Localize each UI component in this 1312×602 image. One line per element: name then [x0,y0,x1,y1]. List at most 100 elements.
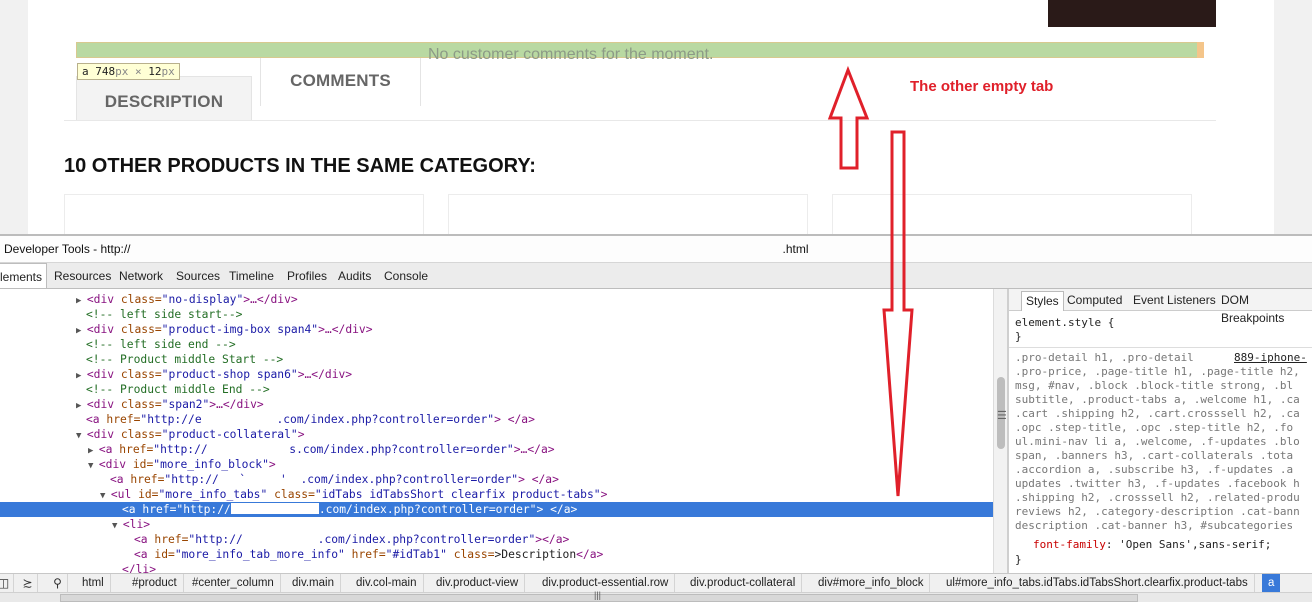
tab-event-listeners[interactable]: Event Listeners [1129,291,1220,311]
splitter-grip-icon[interactable]: ☰ [997,409,1007,422]
css-selector-line[interactable]: subtitle, .product-tabs a, .welcome h1, … [1015,393,1300,407]
css-selector-line[interactable]: description .cat-banner h3, #subcategori… [1015,519,1293,533]
attr-name: class= [120,293,162,306]
breadcrumb-item[interactable]: div.product-collateral [684,574,803,592]
attr-name: href= [154,533,189,546]
devtools-tab-bar: lements Resources Network Sources Timeli… [0,263,1312,289]
dom-node-line[interactable]: <a href="http:// ` ' .com/index.php?cont… [0,472,993,487]
html-tag: </a> [576,548,604,561]
dom-node-line[interactable]: ▶ <a href="http:// s.com/index.php?contr… [0,442,993,457]
tab-comments[interactable]: COMMENTS [260,50,421,106]
breadcrumb-item[interactable]: div.main [286,574,341,592]
dom-node-line[interactable]: <a id="more_info_tab_more_info" href="#i… [0,547,993,562]
html-tag: > </a> [494,413,535,426]
tab-styles[interactable]: Styles [1021,291,1064,311]
html-tag: > </a> [518,473,559,486]
attr-value: "product-shop span6" [161,368,298,381]
styles-sidebar: Styles Computed Event Listeners DOM Brea… [1009,289,1312,573]
html-tag: >…</a> [513,443,555,456]
horizontal-scrollbar[interactable]: ||| [0,590,1312,602]
tab-network[interactable]: Network [115,263,167,288]
css-selector-line[interactable]: .shipping h2, .crosssell h2, .related-pr… [1015,491,1300,505]
dom-node-line[interactable]: ▶ <div class="product-shop span6">…</div… [0,367,993,382]
tab-console[interactable]: Console [380,263,432,288]
tab-elements[interactable]: lements [0,263,48,288]
html-comment: <!-- Product middle Start --> [86,353,284,366]
breadcrumb-item[interactable]: div.product-view [430,574,526,592]
css-selector-line[interactable]: .pro-price, .page-title h1, .page-title … [1015,365,1300,379]
breadcrumb-item[interactable]: html [76,574,111,592]
expand-triangle-icon: ▼ [112,521,123,531]
html-tag: >…</div> [209,398,264,411]
dom-node-line[interactable]: ▼ <div id="more_info_block"> [0,457,993,472]
css-selector-line[interactable]: .cart .shipping h2, .cart.crosssell h2, … [1015,407,1300,421]
dom-node-line[interactable]: <a href="http:// .com/index.php?controlle… [0,502,993,517]
dom-node-line[interactable]: <!-- left side end --> [0,337,993,352]
search-icon[interactable]: ⚲ [48,574,68,592]
dom-node-line[interactable]: ▶ <div class="no-display">…</div> [0,292,993,307]
breadcrumb-item[interactable]: a [1262,574,1281,592]
tab-computed[interactable]: Computed [1063,291,1126,311]
css-selector-line[interactable]: span, .banners h3, .cart-collaterals .to… [1015,449,1293,463]
dom-node-line[interactable]: ▶ <div class="product-img-box span4">…</… [0,322,993,337]
css-declaration[interactable]: font-family: 'Open Sans',sans-serif; [1033,538,1271,552]
expand-triangle-icon: ▶ [76,296,87,306]
tab-resources[interactable]: Resources [50,263,115,288]
tab-profiles[interactable]: Profiles [283,263,331,288]
breadcrumb-item[interactable]: div#more_info_block [812,574,931,592]
expand-triangle-icon: ▼ [88,461,99,471]
attr-name: id= [132,458,154,471]
attr-name: href= [351,548,386,561]
node-text: >Description [494,548,577,561]
css-selector-line[interactable]: .accordion a, .subscribe h3, .f-updates … [1015,463,1293,477]
css-selector-line[interactable]: ul.mini-nav li a, .welcome, .f-updates .… [1015,435,1300,449]
scroll-grip-icon: ||| [594,590,602,600]
css-selector-line[interactable]: reviews h2, .category-description .cat-b… [1015,505,1300,519]
html-tag: <a [122,503,143,516]
dom-node-line[interactable]: ▼ <div class="product-collateral"> [0,427,993,442]
element-style-close: } [1015,330,1022,343]
breadcrumb-item[interactable]: #center_column [186,574,281,592]
tab-audits[interactable]: Audits [334,263,375,288]
breadcrumb-item[interactable]: div.col-main [350,574,424,592]
stylesheet-link[interactable]: 889-iphone- [1234,351,1307,365]
attr-value: "span2" [161,398,210,411]
attr-value: "product-img-box span4" [161,323,319,336]
dom-node-line[interactable]: ▼ <ul id="more_info_tabs" class="idTabs … [0,487,993,502]
dock-icon[interactable]: ◫ [0,574,14,592]
attr-value: "more_info_tabs" [158,488,275,501]
dom-scrollbar[interactable] [993,289,1007,573]
tab-timeline[interactable]: Timeline [225,263,278,288]
breadcrumb-item[interactable]: ul#more_info_tabs.idTabs.idTabsShort.cle… [940,574,1255,592]
redacted-url [230,503,319,514]
dom-node-line[interactable]: <a href="http://e .com/index.php?control… [0,412,993,427]
dom-node-line[interactable]: <!-- Product middle Start --> [0,352,993,367]
css-selector-line[interactable]: updates .twitter h3, .f-updates .faceboo… [1015,477,1300,491]
tab-dom-breakpoints[interactable]: DOM Breakpoints [1217,291,1312,325]
dom-tree[interactable]: ▶ <div class="no-display">…</div> <!-- le… [0,289,993,573]
html-tag: <div [86,398,121,411]
html-tag: <div [86,323,121,336]
css-selector-line[interactable]: msg, #nav, .block .block-title strong, .… [1015,379,1293,393]
devtools-title-prefix: Developer Tools - http:// [4,242,131,256]
tab-sources[interactable]: Sources [172,263,224,288]
attr-name: class= [274,488,315,501]
dom-node-line[interactable]: <!-- Product middle End --> [0,382,993,397]
css-selector-line[interactable]: .opc .step-title, .opc .step-title h2, .… [1015,421,1293,435]
tab-description[interactable]: DESCRIPTION [76,76,252,121]
element-style-open[interactable]: element.style { [1015,316,1114,330]
product-image [1048,0,1216,27]
breadcrumb-item[interactable]: #product [126,574,184,592]
breadcrumb-item[interactable]: div.product-essential.row [536,574,676,592]
html-tag: > [297,428,305,441]
dom-node-line[interactable]: ▼ <li> [0,517,993,532]
console-drawer-icon[interactable]: ≿ [18,574,38,592]
expand-triangle-icon: ▼ [76,431,87,441]
dom-node-line[interactable]: <a href="http:// .com/index.php?controll… [0,532,993,547]
css-selector-line[interactable]: .pro-detail h1, .pro-detail 889-iphone- [1015,351,1307,365]
size-badge-width: 748 [95,65,116,78]
dom-node-line[interactable]: ▶ <div class="span2">…</div> [0,397,993,412]
html-tag: <div [86,293,121,306]
dom-node-line[interactable]: </li> [0,562,993,573]
dom-node-line[interactable]: <!-- left side start--> [0,307,993,322]
